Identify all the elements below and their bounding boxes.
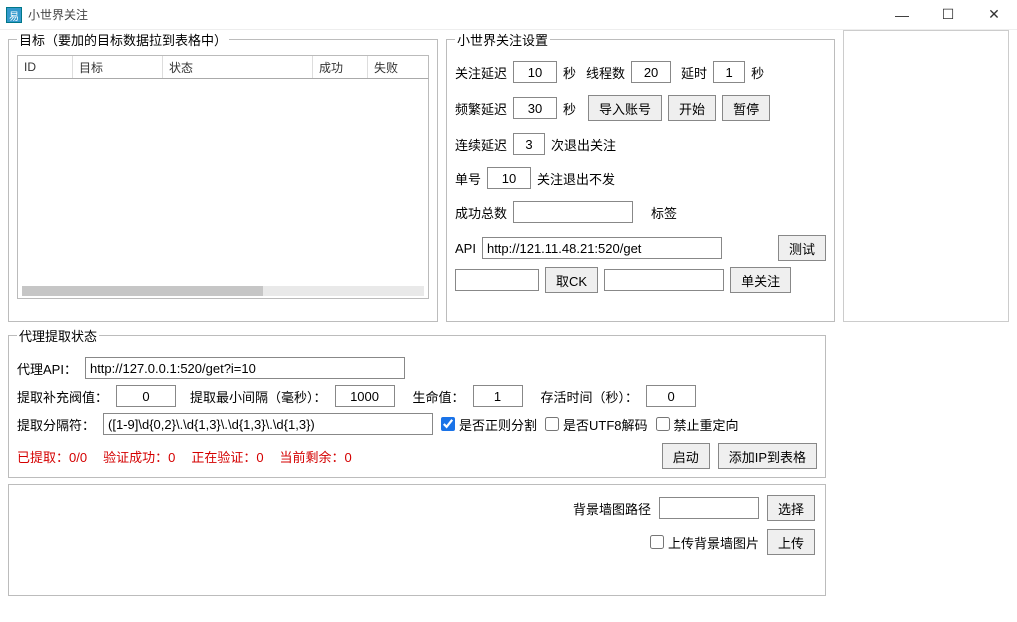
label-sec-3: 秒 [563,99,576,118]
stat-remaining: 当前剩余：0 [280,447,352,466]
upload-button[interactable]: 上传 [767,529,815,555]
launch-button[interactable]: 启动 [662,443,710,469]
upload-panel: 背景墙图路径 选择 上传背景墙图片 上传 [8,484,826,596]
window-title: 小世界关注 [28,6,879,23]
single-num-input[interactable] [487,167,531,189]
label-follow-delay: 关注延迟 [455,63,507,82]
label-success-total: 成功总数 [455,203,507,222]
single-follow-button[interactable]: 单关注 [730,267,791,293]
label-sec-2: 秒 [751,63,764,82]
upload-bg-checkbox[interactable]: 上传背景墙图片 [650,533,759,552]
close-button[interactable]: ✕ [971,0,1017,30]
add-ip-button[interactable]: 添加IP到表格 [718,443,817,469]
stat-verifying: 正在验证：0 [191,447,263,466]
minimize-button[interactable]: — [879,0,925,30]
get-ck-button[interactable]: 取CK [545,267,598,293]
targets-table-header: ID 目标 状态 成功 失败 [17,55,429,79]
label-freq-delay: 频繁延迟 [455,99,507,118]
right-blank-panel [843,30,1009,322]
label-tag: 标签 [651,203,677,222]
label-min-interval: 提取最小间隔（毫秒）： [190,387,327,406]
utf8-decode-checkbox[interactable]: 是否UTF8解码 [545,415,648,434]
min-interval-input[interactable] [335,385,395,407]
titlebar: 小世界关注 — ☐ ✕ [0,0,1017,30]
separator-input[interactable] [103,413,433,435]
no-redirect-checkbox[interactable]: 禁止重定向 [656,415,739,434]
cont-delay-input[interactable] [513,133,545,155]
col-target[interactable]: 目标 [73,56,163,78]
alive-time-input[interactable] [646,385,696,407]
targets-legend: 目标（要加的目标数据拉到表格中） [17,30,229,49]
freq-delay-input[interactable] [513,97,557,119]
label-life-value: 生命值： [413,387,465,406]
api-url-input[interactable] [482,237,722,259]
import-accounts-button[interactable]: 导入账号 [588,95,662,121]
label-separator: 提取分隔符： [17,415,95,434]
follow-delay-input[interactable] [513,61,557,83]
choose-button[interactable]: 选择 [767,495,815,521]
blank-input-1[interactable] [455,269,539,291]
label-threads: 线程数 [586,63,625,82]
label-bg-path: 背景墙图路径 [573,499,651,518]
label-sec-1: 秒 [563,63,576,82]
label-refill-threshold: 提取补充阀值： [17,387,108,406]
stat-verified: 验证成功：0 [103,447,175,466]
app-icon [6,7,22,23]
table-scrollbar[interactable] [22,286,424,296]
proxy-legend: 代理提取状态 [17,326,99,345]
label-alive-time: 存活时间（秒）： [541,387,639,406]
proxy-api-input[interactable] [85,357,405,379]
label-delay: 延时 [681,63,707,82]
threads-input[interactable] [631,61,671,83]
settings-legend: 小世界关注设置 [455,30,550,49]
life-value-input[interactable] [473,385,523,407]
refill-threshold-input[interactable] [116,385,176,407]
col-success[interactable]: 成功 [313,56,368,78]
label-exit-follow: 次退出关注 [551,135,616,154]
regex-split-checkbox[interactable]: 是否正则分割 [441,415,537,434]
label-follow-exit-nosend: 关注退出不发 [537,169,615,188]
targets-table-body[interactable] [17,79,429,299]
col-id[interactable]: ID [18,56,73,78]
label-cont-delay: 连续延迟 [455,135,507,154]
start-button[interactable]: 开始 [668,95,716,121]
col-fail[interactable]: 失败 [368,56,423,78]
label-api: API [455,241,476,256]
settings-fieldset: 小世界关注设置 关注延迟 秒 线程数 延时 秒 频繁延迟 秒 导入账号 开 [446,30,835,322]
test-button[interactable]: 测试 [778,235,826,261]
stat-extracted: 已提取：0/0 [17,447,87,466]
pause-button[interactable]: 暂停 [722,95,770,121]
proxy-fieldset: 代理提取状态 代理API： 提取补充阀值： 提取最小间隔（毫秒）： 生命值： 存… [8,326,826,478]
targets-fieldset: 目标（要加的目标数据拉到表格中） ID 目标 状态 成功 失败 [8,30,438,322]
label-single-num: 单号 [455,169,481,188]
col-status[interactable]: 状态 [163,56,313,78]
success-total-input[interactable] [513,201,633,223]
blank-input-2[interactable] [604,269,724,291]
delay-input[interactable] [713,61,745,83]
bg-path-input[interactable] [659,497,759,519]
maximize-button[interactable]: ☐ [925,0,971,30]
label-proxy-api: 代理API： [17,359,77,378]
